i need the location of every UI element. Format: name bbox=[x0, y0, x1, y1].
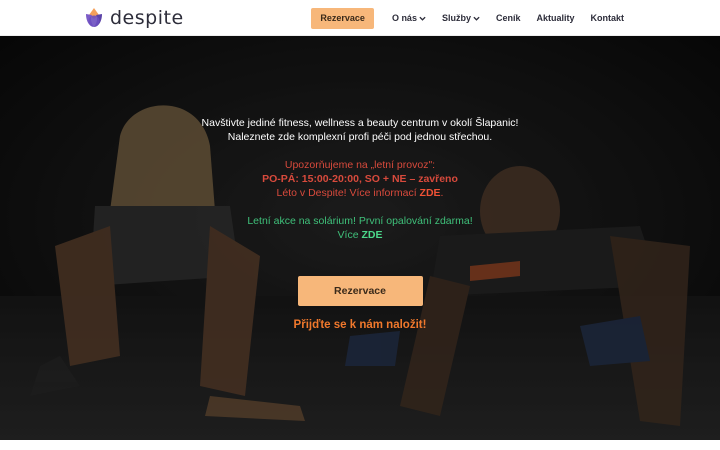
nav-item-aktuality[interactable]: Aktuality bbox=[536, 13, 574, 23]
logo-text: despite bbox=[110, 7, 184, 29]
nav-item-o-nas[interactable]: O nás bbox=[392, 13, 426, 23]
nav-item-cenik[interactable]: Ceník bbox=[496, 13, 521, 23]
nav-item-label: Aktuality bbox=[536, 13, 575, 23]
nav-item-label: Kontakt bbox=[590, 13, 625, 23]
chevron-down-icon bbox=[473, 16, 480, 21]
main-nav: Rezervace O nás Služby Ceník Aktuality K… bbox=[311, 7, 632, 29]
notice-line-3-suffix: . bbox=[440, 187, 444, 199]
nav-reserve-button[interactable]: Rezervace bbox=[311, 7, 374, 29]
promo-line-2-text: Více bbox=[337, 229, 362, 241]
nav-item-label: O nás bbox=[391, 13, 417, 23]
promo-info-link[interactable]: ZDE bbox=[361, 229, 382, 241]
site-header: despite Rezervace O nás Služby Ceník Akt… bbox=[0, 0, 720, 36]
intro-line-1: Navštivte jediné fitness, wellness a bea… bbox=[201, 117, 519, 129]
hero-section: Navštivte jediné fitness, wellness a bea… bbox=[0, 36, 720, 440]
notice-line-3-text: Léto v Despite! Více informací bbox=[276, 187, 420, 199]
chevron-down-icon bbox=[419, 16, 426, 21]
notice-line-2: PO-PÁ: 15:00-20:00, SO + NE – zavřeno bbox=[0, 172, 720, 186]
promo-line-2: Více ZDE bbox=[0, 228, 720, 242]
page-bottom-strip bbox=[0, 440, 720, 450]
reserve-cta-button[interactable]: Rezervace bbox=[297, 276, 423, 306]
nav-item-kontakt[interactable]: Kontakt bbox=[591, 13, 625, 23]
nav-item-label: Ceník bbox=[495, 13, 521, 23]
logo[interactable]: despite bbox=[82, 6, 184, 30]
solarium-promo: Letní akce na solárium! První opalování … bbox=[0, 214, 720, 242]
summer-notice: Upozorňujeme na „letní provoz": PO-PÁ: 1… bbox=[0, 158, 720, 200]
promo-line-1: Letní akce na solárium! První opalování … bbox=[247, 215, 473, 227]
hero-tagline: Přijďte se k nám naložit! bbox=[293, 319, 427, 331]
summer-info-link[interactable]: ZDE bbox=[420, 187, 441, 199]
notice-line-3: Léto v Despite! Více informací ZDE. bbox=[0, 186, 720, 200]
hero-content: Navštivte jediné fitness, wellness a bea… bbox=[0, 116, 720, 331]
notice-line-1: Upozorňujeme na „letní provoz": bbox=[284, 159, 436, 171]
intro-line-2: Naleznete zde komplexní profi péči pod j… bbox=[227, 131, 493, 143]
nav-item-label: Služby bbox=[441, 13, 471, 23]
opening-hours: PO-PÁ: 15:00-20:00, SO + NE – zavřeno bbox=[262, 173, 458, 185]
lotus-logo-icon bbox=[86, 8, 102, 27]
nav-item-sluzby[interactable]: Služby bbox=[442, 13, 480, 23]
